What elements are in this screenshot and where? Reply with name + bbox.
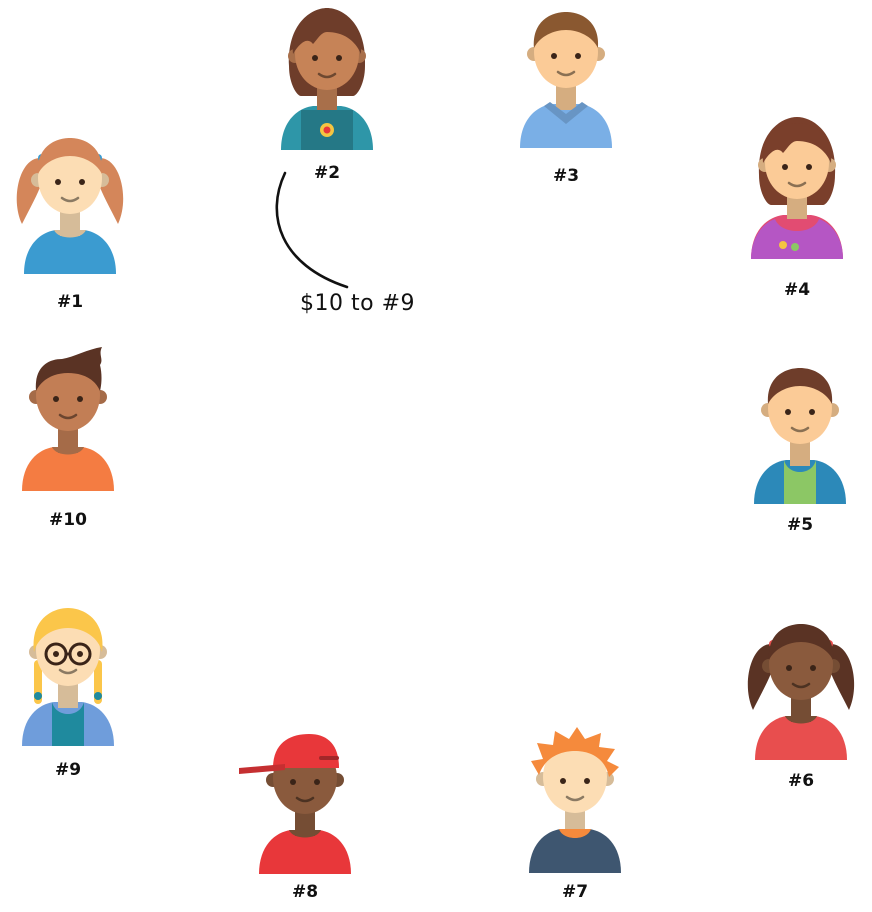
person-8 <box>239 728 355 876</box>
person-10 <box>18 345 118 493</box>
person-7 <box>525 727 625 875</box>
person-label-7: #7 <box>561 882 589 902</box>
person-2 <box>277 4 377 152</box>
avatar-5 <box>754 368 846 504</box>
person-label-9: #9 <box>54 760 82 780</box>
avatar-6 <box>747 624 855 760</box>
annotation-arc <box>275 171 349 289</box>
person-label-1: #1 <box>56 292 84 312</box>
person-label-2: #2 <box>313 163 341 183</box>
avatar-10 <box>22 347 114 491</box>
avatar-4 <box>751 117 843 259</box>
avatar-9 <box>22 608 114 746</box>
person-label-10: #10 <box>49 510 87 530</box>
person-label-3: #3 <box>552 166 580 186</box>
person-label-4: #4 <box>783 280 811 300</box>
person-3 <box>516 2 616 150</box>
person-label-8: #8 <box>291 882 319 902</box>
person-4 <box>747 113 847 261</box>
person-5 <box>750 358 850 506</box>
avatar-7 <box>529 727 621 873</box>
avatar-2 <box>281 8 373 150</box>
diagram-canvas: $10 to #9 #1 #2 #3 #4 #5 #6 #7 #8 #9 #10 <box>0 0 872 912</box>
person-label-6: #6 <box>787 771 815 791</box>
avatar-3 <box>520 12 612 148</box>
person-6 <box>747 614 855 762</box>
avatar-8 <box>239 734 351 874</box>
avatar-1 <box>16 138 124 274</box>
person-label-5: #5 <box>786 515 814 535</box>
person-1 <box>16 128 124 276</box>
annotation-text: $10 to #9 <box>300 291 415 316</box>
person-9 <box>18 600 118 748</box>
